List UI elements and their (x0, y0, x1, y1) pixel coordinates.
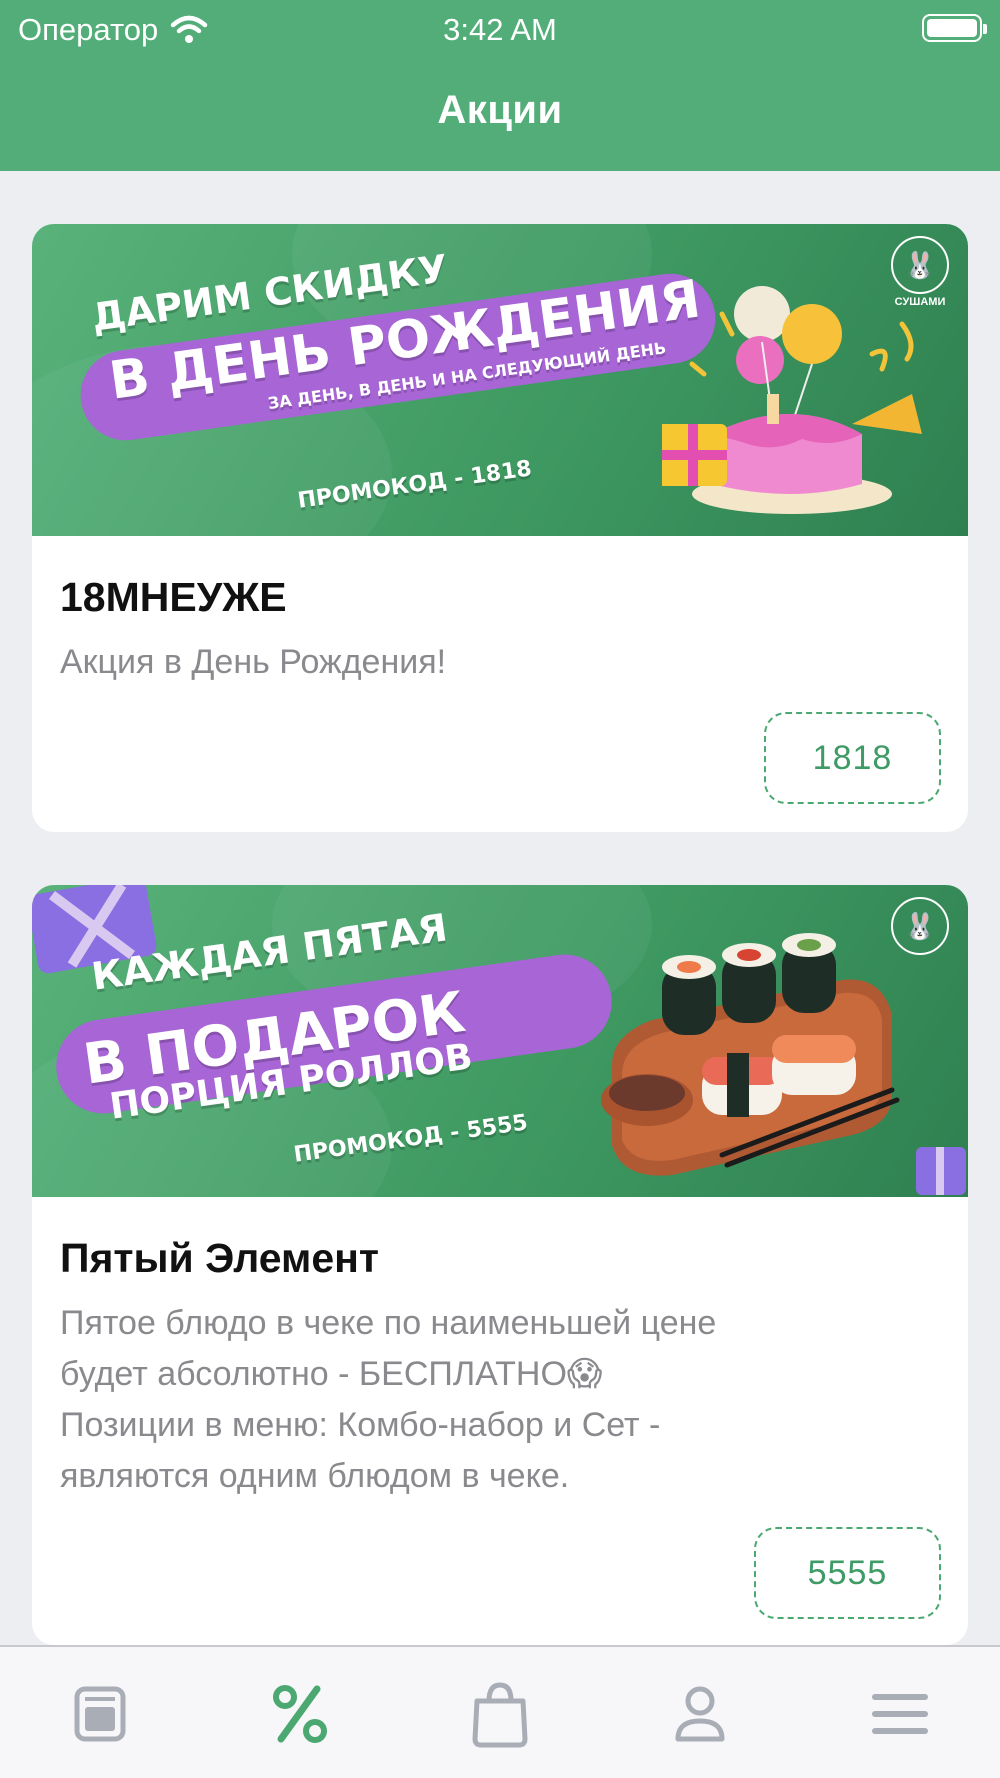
bag-icon (472, 1681, 528, 1747)
tab-menu[interactable] (0, 1647, 200, 1778)
promo-code-badge[interactable]: 1818 (764, 712, 941, 804)
promo-banner: ДАРИМ СКИДКУ В ДЕНЬ РОЖДЕНИЯ ЗА ДЕНЬ, В … (32, 224, 968, 536)
promo-card-body: 18МНЕУЖЕ Акция в День Рождения! (32, 574, 968, 688)
gift-box-small-illustration (916, 1147, 966, 1195)
sushi-board-illustration (601, 933, 900, 1176)
promo-card-birthday[interactable]: ДАРИМ СКИДКУ В ДЕНЬ РОЖДЕНИЯ ЗА ДЕНЬ, В … (32, 224, 968, 832)
page-title: Акции (437, 88, 563, 132)
tab-bar (0, 1645, 1000, 1778)
brand-logo: 🐰 (888, 897, 952, 957)
promo-title: 18МНЕУЖЕ (60, 574, 287, 620)
promo-description: Пятое блюдо в чеке по наименьшей цене бу… (60, 1298, 940, 1502)
promo-description-line: являются одним блюдом в чеке. (60, 1457, 570, 1495)
menu-card-icon (74, 1686, 126, 1741)
bunny-logo-icon: 🐰 (891, 897, 949, 955)
tab-more[interactable] (800, 1647, 1000, 1778)
brand-logo-label: СУШАМИ (894, 296, 946, 308)
tab-profile[interactable] (600, 1647, 800, 1778)
battery-icon (922, 14, 987, 42)
percent-icon (273, 1684, 327, 1743)
profile-icon (675, 1686, 725, 1741)
promo-code-badge[interactable]: 5555 (754, 1527, 941, 1619)
top-bar: Оператор 3:42 AM Акции (0, 0, 1000, 171)
hamburger-menu-icon (872, 1693, 928, 1734)
brand-logo: 🐰 СУШАМИ (888, 236, 952, 308)
status-bar: Оператор 3:42 AM (0, 8, 1000, 48)
promo-card-fifth-element[interactable]: КАЖДАЯ ПЯТАЯ В ПОДАРОК ПОРЦИЯ РОЛЛОВ ПРО… (32, 885, 968, 1645)
promo-description-line: будет абсолютно - БЕСПЛАТНО😱 (60, 1355, 603, 1393)
birthday-cake-illustration (662, 286, 922, 514)
promo-description: Акция в День Рождения! (60, 643, 447, 681)
tab-cart[interactable] (400, 1647, 600, 1778)
promo-banner: КАЖДАЯ ПЯТАЯ В ПОДАРОК ПОРЦИЯ РОЛЛОВ ПРО… (32, 885, 968, 1197)
bunny-logo-icon: 🐰 (891, 236, 949, 294)
promo-description-line: Позиции в меню: Комбо-набор и Сет - (60, 1406, 661, 1444)
promo-description-line: Пятое блюдо в чеке по наименьшей цене (60, 1304, 717, 1342)
promo-card-body: Пятый Элемент Пятое блюдо в чеке по наим… (32, 1235, 968, 1502)
status-time: 3:42 AM (443, 12, 557, 47)
tab-promotions[interactable] (200, 1647, 400, 1778)
promo-title: Пятый Элемент (60, 1235, 379, 1281)
